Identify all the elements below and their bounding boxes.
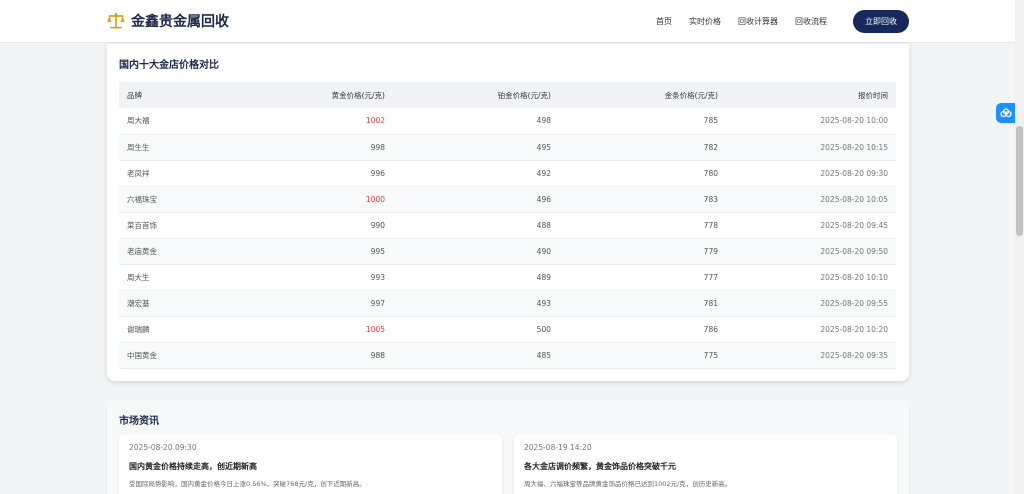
cell-gold-price: 996 <box>370 168 385 178</box>
cell-quote-time: 2025-08-20 10:20 <box>820 324 888 334</box>
news-title: 国内黄金价格持续走高，创近期新高 <box>129 462 257 471</box>
cell-bar-price: 780 <box>703 168 718 178</box>
cell-brand: 周生生 <box>127 142 150 152</box>
table-row: 菜百首饰 990 488 778 2025-08-20 09:45 <box>119 212 896 238</box>
table-row: 周大福 1002 498 785 2025-08-20 10:00 <box>119 108 896 134</box>
brand-name: 金鑫贵金属回收 <box>131 14 229 30</box>
table-row: 老凤祥 996 492 780 2025-08-20 09:30 <box>119 160 896 186</box>
cell-quote-time: 2025-08-20 09:55 <box>820 298 888 308</box>
cell-bar-price: 778 <box>703 220 718 230</box>
cell-brand: 菜百首饰 <box>127 220 157 230</box>
brand-logo[interactable]: 金鑫贵金属回收 <box>106 11 229 31</box>
cell-quote-time: 2025-08-20 10:00 <box>820 116 888 126</box>
cell-quote-time: 2025-08-20 10:15 <box>820 142 888 152</box>
cloud-icon <box>999 108 1012 118</box>
cell-platinum-price: 492 <box>536 168 551 178</box>
cell-bar-price: 786 <box>703 324 718 334</box>
cell-bar-price: 783 <box>703 194 718 204</box>
float-service-button[interactable] <box>996 103 1015 123</box>
price-comparison-card: 国内十大金店价格对比 品牌 黄金价格(元/克) 铂金价格(元/克) 金条价格(元… <box>107 44 909 381</box>
nav-calculator[interactable]: 回收计算器 <box>738 16 778 27</box>
cell-brand: 老凤祥 <box>127 168 150 178</box>
col-quote-time: 报价时间 <box>858 90 888 100</box>
cell-bar-price: 785 <box>703 116 718 126</box>
col-gold-price: 黄金价格(元/克) <box>331 90 385 100</box>
cell-gold-price: 995 <box>370 246 385 256</box>
nav-process[interactable]: 回收流程 <box>795 16 827 27</box>
cell-platinum-price: 488 <box>536 220 551 230</box>
cell-brand: 谢瑞麟 <box>127 324 150 334</box>
news-card[interactable]: 2025-08-19 14:20 各大金店调价频繁，黄金饰品价格突破千元 周大福… <box>514 434 897 494</box>
cell-platinum-price: 496 <box>536 194 551 204</box>
cell-quote-time: 2025-08-20 09:50 <box>820 246 888 256</box>
cell-platinum-price: 493 <box>536 298 551 308</box>
scale-icon <box>107 12 125 29</box>
price-table-body: 周大福 1002 498 785 2025-08-20 10:00 周生生 998 495 78… <box>119 108 896 368</box>
table-row: 中国黄金 988 485 775 2025-08-20 09:35 <box>119 342 896 368</box>
cell-brand: 周大福 <box>127 116 150 126</box>
cell-gold-price: 997 <box>370 298 385 308</box>
cell-bar-price: 777 <box>703 272 718 282</box>
nav-realtime-price[interactable]: 实时价格 <box>689 16 721 27</box>
cell-platinum-price: 489 <box>536 272 551 282</box>
col-bar-price: 金条价格(元/克) <box>664 90 718 100</box>
cell-gold-price: 993 <box>370 272 385 282</box>
scrollbar-thumb[interactable] <box>1016 126 1023 236</box>
cell-brand: 老庙黄金 <box>127 246 157 256</box>
col-brand: 品牌 <box>127 90 142 100</box>
cell-quote-time: 2025-08-20 09:45 <box>820 220 888 230</box>
cell-platinum-price: 485 <box>536 350 551 360</box>
table-row: 老庙黄金 995 490 779 2025-08-20 09:50 <box>119 238 896 264</box>
cell-brand: 潮宏基 <box>127 298 150 308</box>
cell-bar-price: 782 <box>703 142 718 152</box>
cell-platinum-price: 490 <box>536 246 551 256</box>
cell-platinum-price: 500 <box>536 324 551 334</box>
price-table-title: 国内十大金店价格对比 <box>119 60 219 71</box>
price-table: 品牌 黄金价格(元/克) 铂金价格(元/克) 金条价格(元/克) 报价时间 周大… <box>119 82 896 369</box>
cell-gold-price: 998 <box>370 142 385 152</box>
cell-bar-price: 781 <box>703 298 718 308</box>
table-row: 潮宏基 997 493 781 2025-08-20 09:55 <box>119 290 896 316</box>
cell-brand: 周大生 <box>127 272 150 282</box>
table-row: 六福珠宝 1000 496 783 2025-08-20 10:05 <box>119 186 896 212</box>
cell-brand: 六福珠宝 <box>127 194 157 204</box>
cell-quote-time: 2025-08-20 10:05 <box>820 194 888 204</box>
news-date: 2025-08-19 14:20 <box>524 443 592 452</box>
cell-gold-price: 1005 <box>365 324 385 334</box>
cell-quote-time: 2025-08-20 09:35 <box>820 350 888 360</box>
cell-platinum-price: 498 <box>536 116 551 126</box>
table-row: 谢瑞麟 1005 500 786 2025-08-20 10:20 <box>119 316 896 342</box>
cell-platinum-price: 495 <box>536 142 551 152</box>
cell-bar-price: 775 <box>703 350 718 360</box>
market-news-title: 市场资讯 <box>119 416 159 427</box>
news-desc: 周大福、六福珠宝等品牌黄金饰品价格已达到1002元/克，创历史新高。 <box>524 480 732 488</box>
news-title: 各大金店调价频繁，黄金饰品价格突破千元 <box>524 462 676 471</box>
table-row: 周生生 998 495 782 2025-08-20 10:15 <box>119 134 896 160</box>
recycle-now-button[interactable]: 立即回收 <box>853 10 909 33</box>
cell-gold-price: 990 <box>370 220 385 230</box>
col-platinum-price: 铂金价格(元/克) <box>497 90 551 100</box>
cell-quote-time: 2025-08-20 09:30 <box>820 168 888 178</box>
cell-brand: 中国黄金 <box>127 350 157 360</box>
news-card[interactable]: 2025-08-20 09:30 国内黄金价格持续走高，创近期新高 受国际局势影… <box>119 434 502 494</box>
table-header-row: 品牌 黄金价格(元/克) 铂金价格(元/克) 金条价格(元/克) 报价时间 <box>119 82 896 108</box>
cell-bar-price: 779 <box>703 246 718 256</box>
market-news-card: 市场资讯 2025-08-20 09:30 国内黄金价格持续走高，创近期新高 受… <box>107 399 909 494</box>
cell-gold-price: 1002 <box>365 116 385 126</box>
cell-quote-time: 2025-08-20 10:10 <box>820 272 888 282</box>
news-date: 2025-08-20 09:30 <box>129 443 197 452</box>
nav-home[interactable]: 首页 <box>656 16 672 27</box>
main-nav: 首页 实时价格 回收计算器 回收流程 <box>656 16 844 27</box>
news-desc: 受国际局势影响，国内黄金价格今日上涨0.56%，突破768元/克，创下近期新高。 <box>129 480 366 488</box>
cell-gold-price: 1000 <box>365 194 385 204</box>
table-row: 周大生 993 489 777 2025-08-20 10:10 <box>119 264 896 290</box>
top-header: 金鑫贵金属回收 首页 实时价格 回收计算器 回收流程 立即回收 <box>0 0 1015 43</box>
cell-gold-price: 988 <box>370 350 385 360</box>
page-scrollbar[interactable] <box>1015 0 1024 494</box>
